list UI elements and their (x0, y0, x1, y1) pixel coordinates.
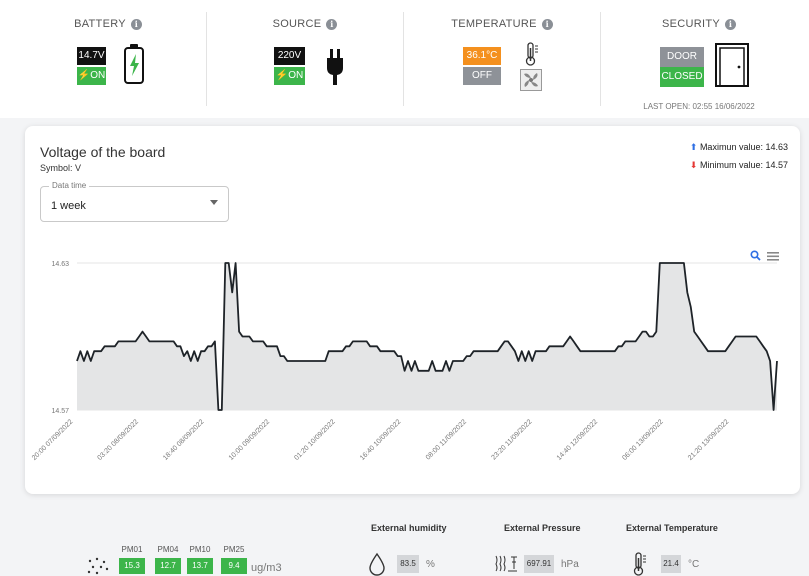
y-tick-label: 14.57 (51, 408, 69, 415)
pm01-label: PM01 (121, 545, 143, 554)
security-panel: SECURITY i DOOR CLOSED LAST OPEN: 02:55 1… (601, 10, 797, 111)
x-tick-label: 18:40 08/09/2022 (162, 418, 206, 462)
x-tick-label: 14:40 12/09/2022 (556, 418, 600, 462)
water-drop-icon (369, 552, 385, 576)
pm25-value: 9.4 (221, 558, 247, 574)
humidity-unit: % (426, 559, 435, 570)
voltage-chart: 14.63 14.57 20:00 07/09/2022 03:20 08/09/20… (31, 261, 778, 462)
source-voltage: 220V (274, 47, 305, 65)
info-icon[interactable]: i (541, 19, 553, 30)
pressure-title: External Pressure (504, 523, 581, 533)
x-tick-label: 23:20 11/09/2022 (490, 418, 533, 461)
x-tick-label: 01:20 10/09/2022 (293, 418, 337, 462)
pm-unit: ug/m3 (251, 562, 282, 574)
info-icon[interactable]: i (725, 19, 737, 30)
humidity-value: 83.5 (397, 555, 419, 573)
pm25-label: PM25 (223, 545, 245, 554)
pm10-label: PM10 (189, 545, 211, 554)
security-title: SECURITY (661, 18, 721, 30)
source-panel: SOURCE i 220V ⚡ON (207, 10, 403, 108)
door-icon (715, 43, 749, 87)
dust-particles-icon (87, 557, 109, 575)
info-icon[interactable]: i (130, 19, 142, 30)
battery-charging-icon (124, 44, 144, 84)
last-open-text: LAST OPEN: 02:55 16/06/2022 (643, 102, 755, 111)
door-label: DOOR (660, 47, 704, 67)
pm10-value: 13.7 (187, 558, 213, 574)
x-tick-label: 21:20 13/09/2022 (687, 418, 731, 462)
battery-state-label: ON (90, 70, 106, 81)
temperature-panel: TEMPERATURE i 36.1°C OFF (404, 10, 600, 108)
external-sensors: PM01 PM04 PM10 PM25 15.3 12.7 13.7 9.4 u… (0, 505, 809, 576)
pressure-icon (495, 555, 517, 572)
pm04-value: 12.7 (155, 558, 181, 574)
battery-title: BATTERY (74, 18, 126, 30)
bolt-icon: ⚡ (275, 70, 289, 81)
fan-icon (520, 69, 542, 91)
ext-temperature-title: External Temperature (626, 523, 718, 533)
power-plug-icon (327, 49, 343, 85)
battery-state: ⚡ON (77, 67, 106, 85)
pressure-unit: hPa (561, 559, 579, 570)
thermometer-icon (525, 42, 538, 66)
y-tick-label: 14.63 (51, 261, 69, 268)
series-area (77, 263, 777, 410)
thermometer-small-icon (633, 552, 646, 576)
info-icon[interactable]: i (326, 19, 338, 30)
pm04-label: PM04 (157, 545, 179, 554)
humidity-title: External humidity (371, 523, 447, 533)
door-state: CLOSED (660, 67, 704, 87)
x-tick-label: 03:20 08/09/2022 (97, 418, 141, 462)
battery-panel: BATTERY i 14.7V ⚡ON (10, 10, 206, 108)
battery-voltage: 14.7V (77, 47, 106, 65)
voltage-chart-card: Voltage of the board Symbol: V ⬆ Maximun… (25, 126, 800, 494)
ext-temperature-value: 21.4 (661, 555, 681, 573)
source-title: SOURCE (272, 18, 322, 30)
status-bar: BATTERY i 14.7V ⚡ON SOURCE i 220V ⚡ON TEMP… (0, 0, 809, 118)
fan-state: OFF (463, 67, 501, 85)
source-state-label: ON (288, 70, 304, 81)
temperature-value: 36.1°C (463, 47, 501, 65)
x-tick-label: 10:00 09/09/2022 (228, 418, 272, 462)
pressure-value: 697.91 (524, 555, 554, 573)
x-tick-label: 20:00 07/09/2022 (31, 418, 75, 462)
temperature-title: TEMPERATURE (451, 18, 537, 30)
source-state: ⚡ON (274, 67, 305, 85)
pm01-value: 15.3 (119, 558, 145, 574)
x-tick-label: 16:40 10/09/2022 (359, 418, 403, 462)
ext-temperature-unit: °C (688, 559, 700, 570)
x-tick-label: 06:00 13/09/2022 (621, 418, 665, 462)
bolt-icon: ⚡ (77, 70, 91, 81)
x-tick-label: 08:00 11/09/2022 (425, 418, 468, 461)
